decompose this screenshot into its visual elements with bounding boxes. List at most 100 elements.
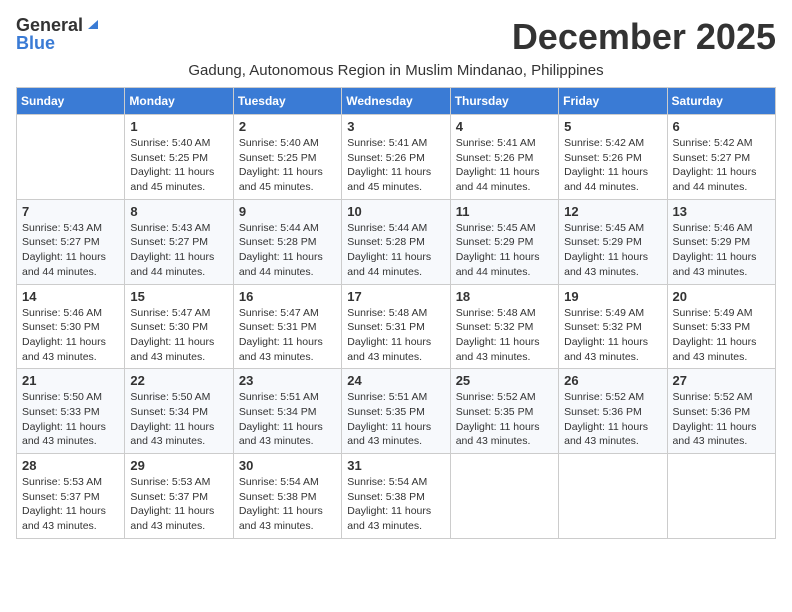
day-info: Sunrise: 5:43 AMSunset: 5:27 PMDaylight:… xyxy=(22,221,119,280)
day-info: Sunrise: 5:47 AMSunset: 5:31 PMDaylight:… xyxy=(239,306,336,365)
day-number: 5 xyxy=(564,119,661,134)
calendar-cell: 28 Sunrise: 5:53 AMSunset: 5:37 PMDayligh… xyxy=(17,454,125,539)
day-number: 16 xyxy=(239,289,336,304)
calendar-week-row: 21 Sunrise: 5:50 AMSunset: 5:33 PMDayligh… xyxy=(17,369,776,454)
day-info: Sunrise: 5:40 AMSunset: 5:25 PMDaylight:… xyxy=(239,136,336,195)
day-info: Sunrise: 5:50 AMSunset: 5:34 PMDaylight:… xyxy=(130,390,227,449)
day-info: Sunrise: 5:53 AMSunset: 5:37 PMDaylight:… xyxy=(22,475,119,534)
day-info: Sunrise: 5:53 AMSunset: 5:37 PMDaylight:… xyxy=(130,475,227,534)
day-info: Sunrise: 5:45 AMSunset: 5:29 PMDaylight:… xyxy=(564,221,661,280)
calendar-header-tuesday: Tuesday xyxy=(233,88,341,115)
calendar-cell: 23 Sunrise: 5:51 AMSunset: 5:34 PMDayligh… xyxy=(233,369,341,454)
calendar-cell: 14Sunrise: 5:46 AMSunset: 5:30 PMDayligh… xyxy=(17,284,125,369)
day-info: Sunrise: 5:48 AMSunset: 5:31 PMDaylight:… xyxy=(347,306,444,365)
day-info: Sunrise: 5:45 AMSunset: 5:29 PMDaylight:… xyxy=(456,221,553,280)
day-info: Sunrise: 5:51 AMSunset: 5:35 PMDaylight:… xyxy=(347,390,444,449)
day-info: Sunrise: 5:52 AMSunset: 5:36 PMDaylight:… xyxy=(673,390,770,449)
day-number: 11 xyxy=(456,204,553,219)
logo-triangle-icon xyxy=(84,15,100,31)
day-number: 13 xyxy=(673,204,770,219)
day-number: 22 xyxy=(130,373,227,388)
day-info: Sunrise: 5:46 AMSunset: 5:29 PMDaylight:… xyxy=(673,221,770,280)
calendar-week-row: 14Sunrise: 5:46 AMSunset: 5:30 PMDayligh… xyxy=(17,284,776,369)
title-block: December 2025 xyxy=(512,16,776,58)
day-number: 20 xyxy=(673,289,770,304)
day-info: Sunrise: 5:47 AMSunset: 5:30 PMDaylight:… xyxy=(130,306,227,365)
calendar-cell: 13 Sunrise: 5:46 AMSunset: 5:29 PMDayligh… xyxy=(667,199,775,284)
calendar-cell: 24 Sunrise: 5:51 AMSunset: 5:35 PMDayligh… xyxy=(342,369,450,454)
calendar-header-monday: Monday xyxy=(125,88,233,115)
calendar-cell: 17 Sunrise: 5:48 AMSunset: 5:31 PMDayligh… xyxy=(342,284,450,369)
day-info: Sunrise: 5:48 AMSunset: 5:32 PMDaylight:… xyxy=(456,306,553,365)
calendar-week-row: 7 Sunrise: 5:43 AMSunset: 5:27 PMDaylight… xyxy=(17,199,776,284)
calendar-cell: 8 Sunrise: 5:43 AMSunset: 5:27 PMDaylight… xyxy=(125,199,233,284)
day-info: Sunrise: 5:52 AMSunset: 5:35 PMDaylight:… xyxy=(456,390,553,449)
calendar-cell: 3 Sunrise: 5:41 AMSunset: 5:26 PMDaylight… xyxy=(342,115,450,200)
day-number: 9 xyxy=(239,204,336,219)
calendar-cell: 31Sunrise: 5:54 AMSunset: 5:38 PMDayligh… xyxy=(342,454,450,539)
day-number: 19 xyxy=(564,289,661,304)
calendar-cell: 21 Sunrise: 5:50 AMSunset: 5:33 PMDayligh… xyxy=(17,369,125,454)
calendar-header-row: SundayMondayTuesdayWednesdayThursdayFrid… xyxy=(17,88,776,115)
calendar-cell xyxy=(667,454,775,539)
day-number: 24 xyxy=(347,373,444,388)
calendar-cell: 25 Sunrise: 5:52 AMSunset: 5:35 PMDayligh… xyxy=(450,369,558,454)
calendar-cell: 29 Sunrise: 5:53 AMSunset: 5:37 PMDayligh… xyxy=(125,454,233,539)
day-info: Sunrise: 5:50 AMSunset: 5:33 PMDaylight:… xyxy=(22,390,119,449)
calendar-header-saturday: Saturday xyxy=(667,88,775,115)
calendar-cell: 4Sunrise: 5:41 AMSunset: 5:26 PMDaylight… xyxy=(450,115,558,200)
day-info: Sunrise: 5:44 AMSunset: 5:28 PMDaylight:… xyxy=(239,221,336,280)
calendar-cell xyxy=(17,115,125,200)
day-number: 18 xyxy=(456,289,553,304)
month-title: December 2025 xyxy=(512,16,776,58)
page-header: General Blue December 2025 xyxy=(16,16,776,58)
day-number: 28 xyxy=(22,458,119,473)
calendar-cell: 11 Sunrise: 5:45 AMSunset: 5:29 PMDayligh… xyxy=(450,199,558,284)
day-info: Sunrise: 5:51 AMSunset: 5:34 PMDaylight:… xyxy=(239,390,336,449)
calendar-cell: 6Sunrise: 5:42 AMSunset: 5:27 PMDaylight… xyxy=(667,115,775,200)
day-number: 4 xyxy=(456,119,553,134)
calendar-header-wednesday: Wednesday xyxy=(342,88,450,115)
day-number: 7 xyxy=(22,204,119,219)
day-number: 8 xyxy=(130,204,227,219)
calendar-cell: 30Sunrise: 5:54 AMSunset: 5:38 PMDayligh… xyxy=(233,454,341,539)
calendar-header-sunday: Sunday xyxy=(17,88,125,115)
day-info: Sunrise: 5:52 AMSunset: 5:36 PMDaylight:… xyxy=(564,390,661,449)
day-info: Sunrise: 5:49 AMSunset: 5:33 PMDaylight:… xyxy=(673,306,770,365)
day-info: Sunrise: 5:49 AMSunset: 5:32 PMDaylight:… xyxy=(564,306,661,365)
day-number: 15 xyxy=(130,289,227,304)
calendar-cell: 18 Sunrise: 5:48 AMSunset: 5:32 PMDayligh… xyxy=(450,284,558,369)
day-number: 2 xyxy=(239,119,336,134)
day-info: Sunrise: 5:54 AMSunset: 5:38 PMDaylight:… xyxy=(347,475,444,534)
day-number: 3 xyxy=(347,119,444,134)
day-number: 25 xyxy=(456,373,553,388)
day-info: Sunrise: 5:40 AMSunset: 5:25 PMDaylight:… xyxy=(130,136,227,195)
day-info: Sunrise: 5:44 AMSunset: 5:28 PMDaylight:… xyxy=(347,221,444,280)
day-info: Sunrise: 5:42 AMSunset: 5:26 PMDaylight:… xyxy=(564,136,661,195)
calendar-cell: 10 Sunrise: 5:44 AMSunset: 5:28 PMDayligh… xyxy=(342,199,450,284)
subtitle: Gadung, Autonomous Region in Muslim Mind… xyxy=(16,62,776,79)
calendar-cell: 9 Sunrise: 5:44 AMSunset: 5:28 PMDaylight… xyxy=(233,199,341,284)
day-number: 29 xyxy=(130,458,227,473)
calendar-cell: 7 Sunrise: 5:43 AMSunset: 5:27 PMDaylight… xyxy=(17,199,125,284)
day-info: Sunrise: 5:41 AMSunset: 5:26 PMDaylight:… xyxy=(347,136,444,195)
calendar-cell: 1Sunrise: 5:40 AMSunset: 5:25 PMDaylight… xyxy=(125,115,233,200)
day-info: Sunrise: 5:46 AMSunset: 5:30 PMDaylight:… xyxy=(22,306,119,365)
calendar-header-friday: Friday xyxy=(559,88,667,115)
calendar-cell xyxy=(450,454,558,539)
day-number: 17 xyxy=(347,289,444,304)
calendar-cell: 12 Sunrise: 5:45 AMSunset: 5:29 PMDayligh… xyxy=(559,199,667,284)
day-number: 23 xyxy=(239,373,336,388)
calendar-cell: 2 Sunrise: 5:40 AMSunset: 5:25 PMDaylight… xyxy=(233,115,341,200)
calendar-header-thursday: Thursday xyxy=(450,88,558,115)
day-number: 10 xyxy=(347,204,444,219)
calendar-cell: 26Sunrise: 5:52 AMSunset: 5:36 PMDayligh… xyxy=(559,369,667,454)
day-number: 30 xyxy=(239,458,336,473)
calendar-cell: 22 Sunrise: 5:50 AMSunset: 5:34 PMDayligh… xyxy=(125,369,233,454)
day-number: 6 xyxy=(673,119,770,134)
calendar-week-row: 28 Sunrise: 5:53 AMSunset: 5:37 PMDayligh… xyxy=(17,454,776,539)
day-number: 12 xyxy=(564,204,661,219)
day-info: Sunrise: 5:43 AMSunset: 5:27 PMDaylight:… xyxy=(130,221,227,280)
calendar-cell: 16 Sunrise: 5:47 AMSunset: 5:31 PMDayligh… xyxy=(233,284,341,369)
day-number: 21 xyxy=(22,373,119,388)
